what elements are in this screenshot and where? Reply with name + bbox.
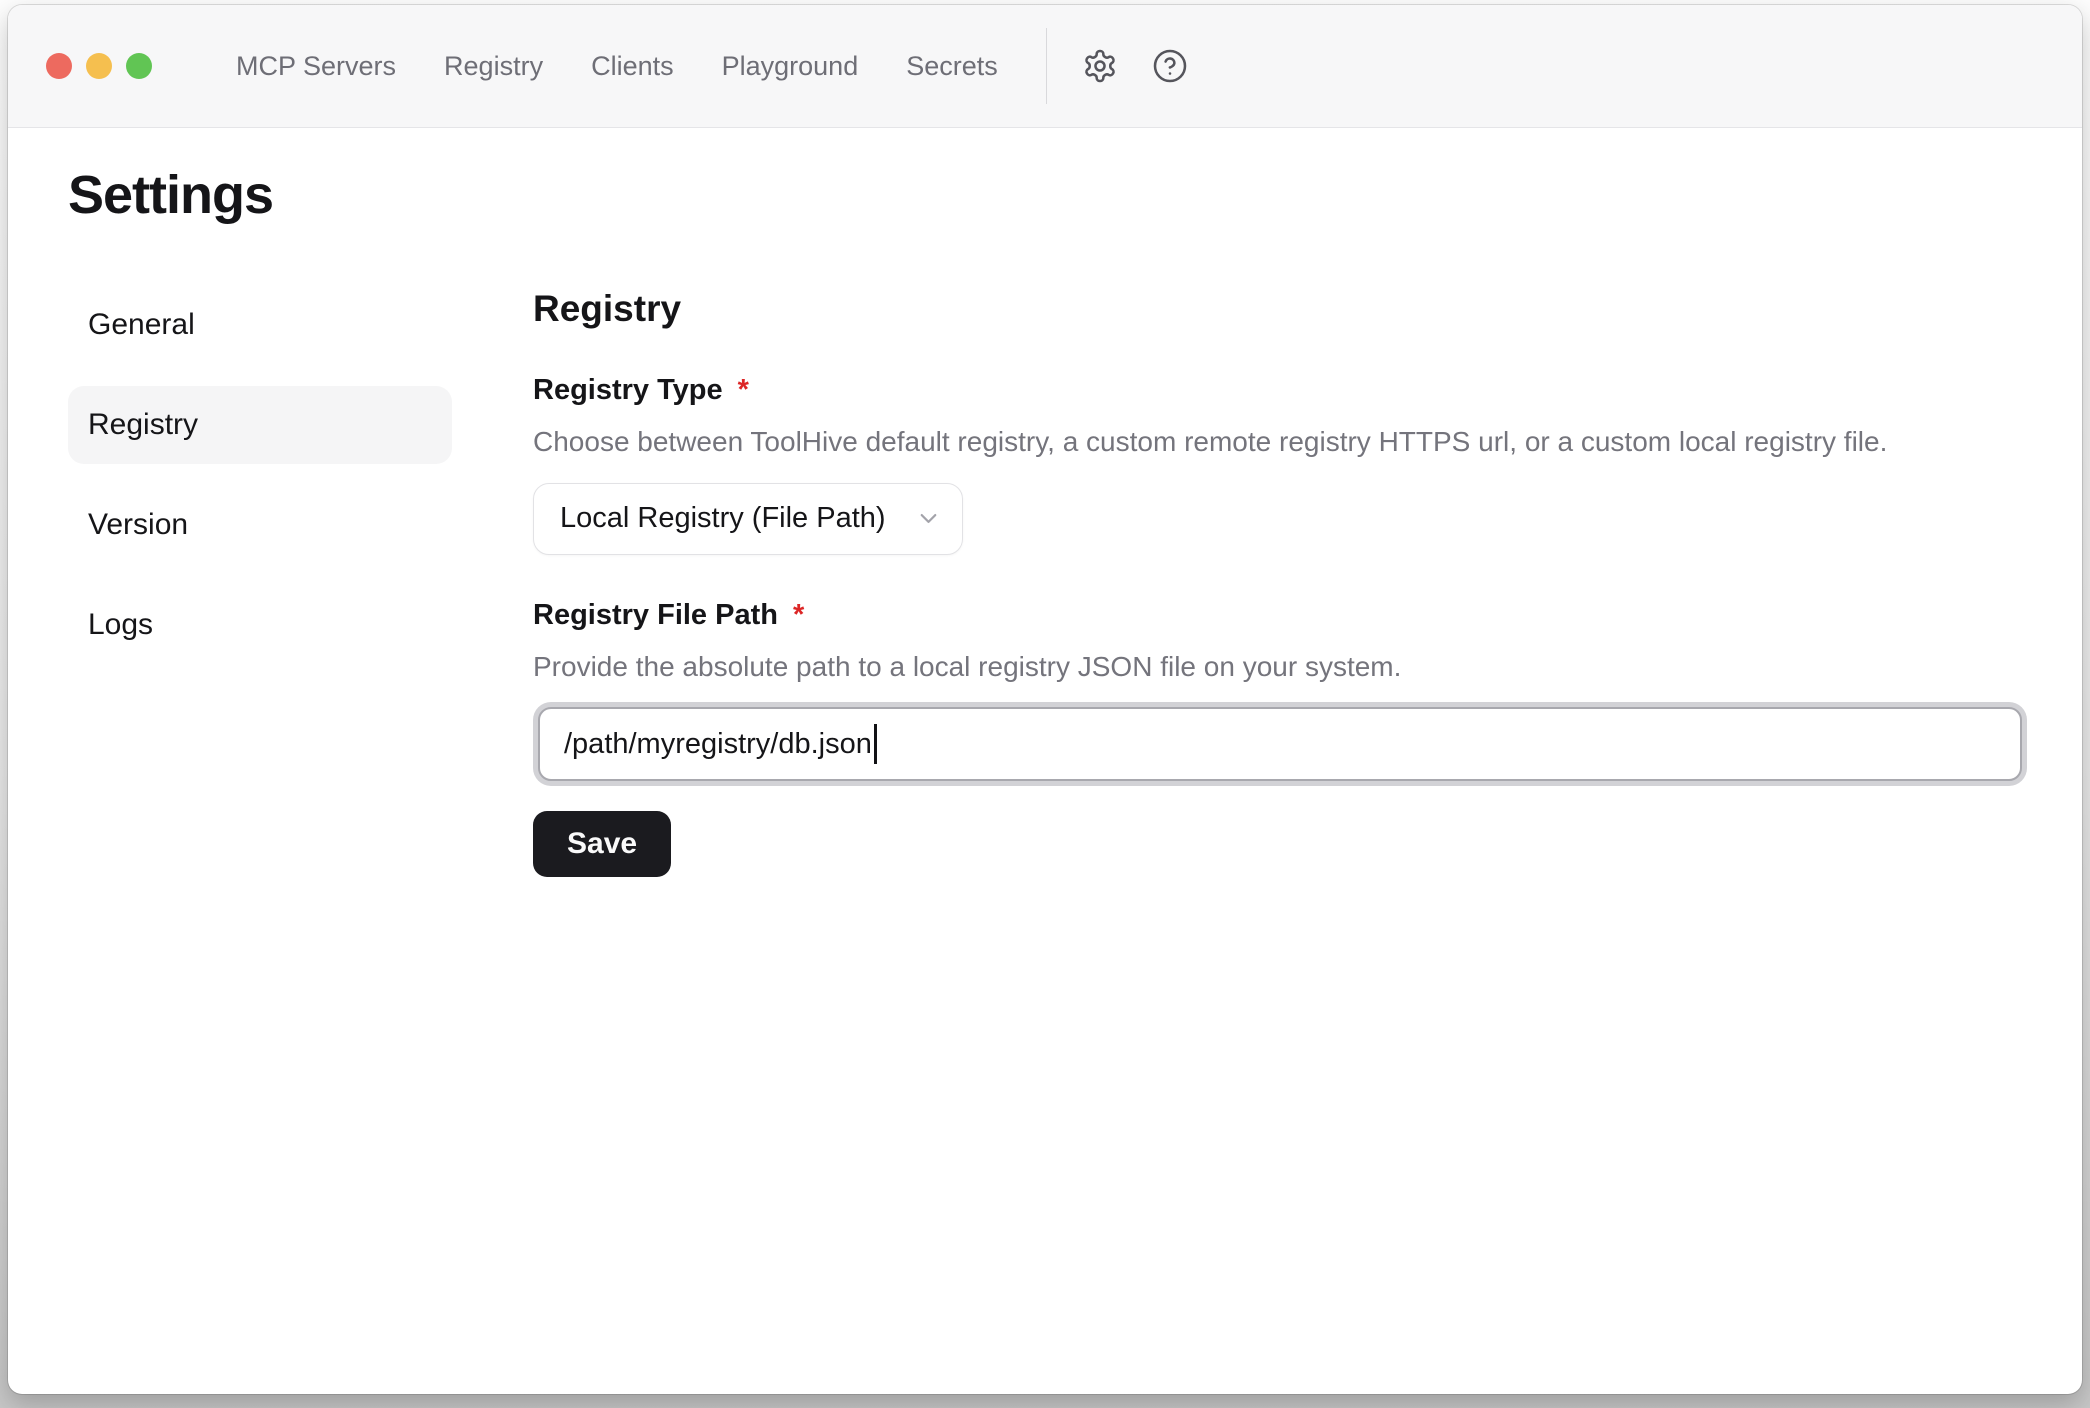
sidebar-item-version[interactable]: Version [68, 486, 452, 564]
required-asterisk: * [738, 374, 749, 407]
nav-item-clients[interactable]: Clients [591, 53, 674, 80]
nav-item-registry[interactable]: Registry [444, 53, 543, 80]
nav-divider [1046, 28, 1047, 104]
text-cursor [874, 724, 877, 764]
gear-icon [1082, 48, 1118, 84]
required-asterisk: * [793, 599, 804, 632]
maximize-window-button[interactable] [126, 53, 152, 79]
top-navigation: MCP Servers Registry Clients Playground … [236, 53, 998, 80]
registry-type-description: Choose between ToolHive default registry… [533, 425, 2027, 459]
nav-item-playground[interactable]: Playground [722, 53, 859, 80]
help-button[interactable] [1151, 47, 1189, 85]
titlebar: MCP Servers Registry Clients Playground … [8, 5, 2082, 128]
registry-settings-panel: Registry Registry Type * Choose between … [533, 286, 2027, 877]
page-title: Settings [68, 164, 2082, 226]
close-window-button[interactable] [46, 53, 72, 79]
sidebar-item-logs[interactable]: Logs [68, 586, 452, 664]
sidebar-item-registry[interactable]: Registry [68, 386, 452, 464]
save-button[interactable]: Save [533, 811, 671, 877]
window-controls [46, 53, 152, 79]
registry-type-select-value: Local Registry (File Path) [560, 502, 886, 535]
help-circle-icon [1152, 48, 1188, 84]
registry-file-path-input[interactable]: /path/myregistry/db.json [538, 707, 2022, 781]
registry-type-field: Registry Type * Choose between ToolHive … [533, 374, 2027, 555]
app-window: MCP Servers Registry Clients Playground … [8, 5, 2082, 1394]
section-heading: Registry [533, 288, 2027, 330]
settings-gear-button[interactable] [1081, 47, 1119, 85]
settings-page: Settings General Registry Version Logs R… [8, 128, 2082, 1394]
registry-file-path-label: Registry File Path [533, 599, 778, 632]
minimize-window-button[interactable] [86, 53, 112, 79]
nav-item-secrets[interactable]: Secrets [906, 53, 998, 80]
registry-type-label: Registry Type [533, 374, 723, 407]
registry-file-path-description: Provide the absolute path to a local reg… [533, 650, 2027, 684]
nav-item-mcp-servers[interactable]: MCP Servers [236, 53, 396, 80]
registry-file-path-field: Registry File Path * Provide the absolut… [533, 599, 2027, 782]
settings-sidebar: General Registry Version Logs [68, 286, 452, 877]
registry-type-select[interactable]: Local Registry (File Path) [533, 483, 963, 555]
chevron-down-icon [915, 505, 942, 532]
sidebar-item-general[interactable]: General [68, 286, 452, 364]
registry-file-path-value: /path/myregistry/db.json [564, 728, 872, 761]
